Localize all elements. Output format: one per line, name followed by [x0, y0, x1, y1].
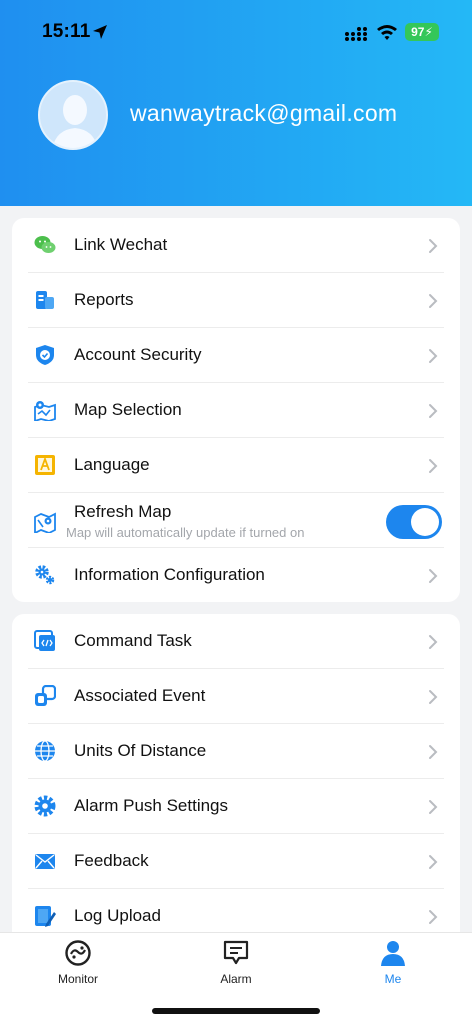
tab-monitor[interactable]: Monitor [33, 939, 123, 991]
menu-item-label: Units Of Distance [74, 741, 207, 760]
menu-item-label: Account Security [74, 345, 202, 364]
person-icon [381, 941, 405, 966]
command-icon [34, 630, 55, 651]
chevron-right-icon [429, 459, 438, 473]
account-email: wanwaytrack@gmail.com [130, 100, 398, 126]
menu-item-subtitle: Map will automatically update if turned … [66, 525, 305, 540]
menu-item-label: Information Configuration [74, 565, 265, 584]
tab-label: Alarm [220, 972, 252, 986]
tab-label: Me [384, 972, 402, 986]
menu-item-associated-event[interactable]: Associated Event [12, 669, 460, 724]
menu-item-label: Feedback [74, 851, 149, 870]
monitor-icon [65, 940, 91, 966]
menu-item-account-security[interactable]: Account Security [12, 328, 460, 383]
menu-item-label: Command Task [74, 631, 192, 650]
menu-item-label: Map Selection [74, 400, 182, 419]
tab-label: Monitor [57, 972, 98, 986]
status-bar: 15:11 97⚡ [0, 18, 472, 48]
menu-item-map-selection[interactable]: Map Selection [12, 383, 460, 438]
status-time: 15:11 [42, 21, 91, 42]
chevron-right-icon [429, 855, 438, 869]
menu-item-refresh-map: Refresh Map Map will automatically updat… [12, 493, 460, 548]
settings-card-primary: Link Wechat Reports Account Security Map… [12, 218, 460, 602]
menu-item-label: Reports [74, 290, 134, 309]
mail-icon [35, 854, 55, 869]
chevron-right-icon [429, 294, 438, 308]
home-indicator[interactable] [152, 1008, 320, 1014]
map-icon [34, 401, 56, 421]
avatar[interactable] [38, 80, 108, 150]
menu-item-command-task[interactable]: Command Task [12, 614, 460, 669]
chevron-right-icon [429, 800, 438, 814]
profile-header: 15:11 97⚡ wanwaytrack@gmail.com [0, 0, 472, 206]
menu-item-label: Link Wechat [74, 235, 168, 254]
person-silhouette-icon [52, 95, 98, 148]
wechat-icon [34, 236, 56, 253]
gear-icon [34, 795, 56, 817]
link-icon [35, 685, 56, 706]
settings-card-secondary: Command Task Associated Event Units Of D… [12, 614, 460, 944]
menu-item-label: Alarm Push Settings [74, 796, 229, 815]
battery-level: 97 [411, 25, 425, 39]
menu-item-label: Associated Event [74, 686, 206, 705]
chevron-right-icon [429, 349, 438, 363]
menu-item-label: Language [74, 455, 150, 474]
chevron-right-icon [429, 745, 438, 759]
log-icon [35, 906, 56, 927]
gear-icon [35, 565, 55, 585]
language-icon [35, 455, 55, 475]
menu-item-alarm-push-settings[interactable]: Alarm Push Settings [12, 779, 460, 834]
globe-icon [35, 740, 55, 762]
menu-item-language[interactable]: Language [12, 438, 460, 493]
chevron-right-icon [429, 569, 438, 583]
chevron-right-icon [429, 239, 438, 253]
menu-item-information-configuration[interactable]: Information Configuration [12, 548, 460, 602]
refresh-map-toggle[interactable] [386, 505, 442, 539]
battery-icon: 97⚡ [405, 23, 439, 41]
menu-item-label: Log Upload [74, 906, 161, 925]
wifi-icon [377, 25, 397, 40]
menu-item-units-of-distance[interactable]: Units Of Distance [12, 724, 460, 779]
menu-item-label: Refresh Map [74, 502, 172, 521]
chevron-right-icon [429, 635, 438, 649]
chevron-right-icon [429, 910, 438, 924]
location-arrow-icon [93, 25, 107, 39]
tab-alarm[interactable]: Alarm [191, 939, 281, 991]
reports-icon [36, 291, 54, 309]
cellular-signal-icon [345, 27, 367, 41]
alarm-icon [223, 940, 249, 965]
menu-item-link-wechat[interactable]: Link Wechat [12, 218, 460, 273]
chevron-right-icon [429, 404, 438, 418]
toggle-knob [411, 508, 439, 536]
shield-icon [36, 345, 54, 365]
menu-item-reports[interactable]: Reports [12, 273, 460, 328]
tab-me[interactable]: Me [348, 939, 438, 991]
menu-item-feedback[interactable]: Feedback [12, 834, 460, 889]
chevron-right-icon [429, 690, 438, 704]
refresh-map-icon [34, 512, 56, 533]
